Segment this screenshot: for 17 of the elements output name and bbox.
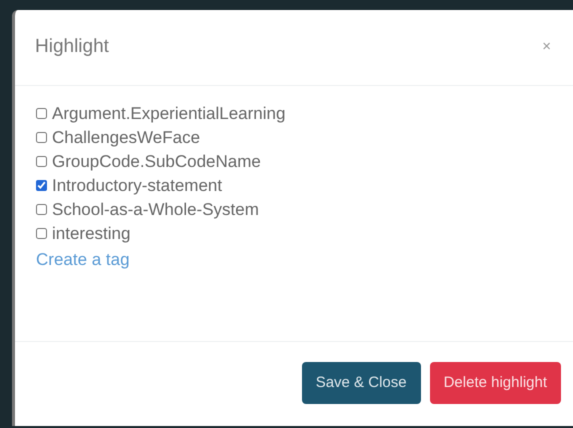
- delete-button[interactable]: Delete highlight: [430, 362, 561, 404]
- tag-label: Argument.ExperientialLearning: [52, 102, 286, 125]
- tag-checkbox[interactable]: [36, 108, 47, 119]
- save-button[interactable]: Save & Close: [302, 362, 421, 404]
- create-tag-link[interactable]: Create a tag: [36, 247, 130, 272]
- tag-label: School-as-a-Whole-System: [52, 198, 259, 221]
- tag-checkbox[interactable]: [36, 204, 47, 215]
- tag-label: Introductory-statement: [52, 174, 222, 197]
- tag-checkbox[interactable]: [36, 156, 47, 167]
- close-button[interactable]: ×: [542, 36, 551, 59]
- tag-label: ChallengesWeFace: [52, 126, 200, 149]
- tag-label: GroupCode.SubCodeName: [52, 150, 261, 173]
- tag-checkbox[interactable]: [36, 180, 47, 191]
- tag-label: interesting: [52, 222, 130, 245]
- dialog-title: Highlight: [35, 35, 109, 60]
- tag-checkbox[interactable]: [36, 228, 47, 239]
- tag-checkbox[interactable]: [36, 132, 47, 143]
